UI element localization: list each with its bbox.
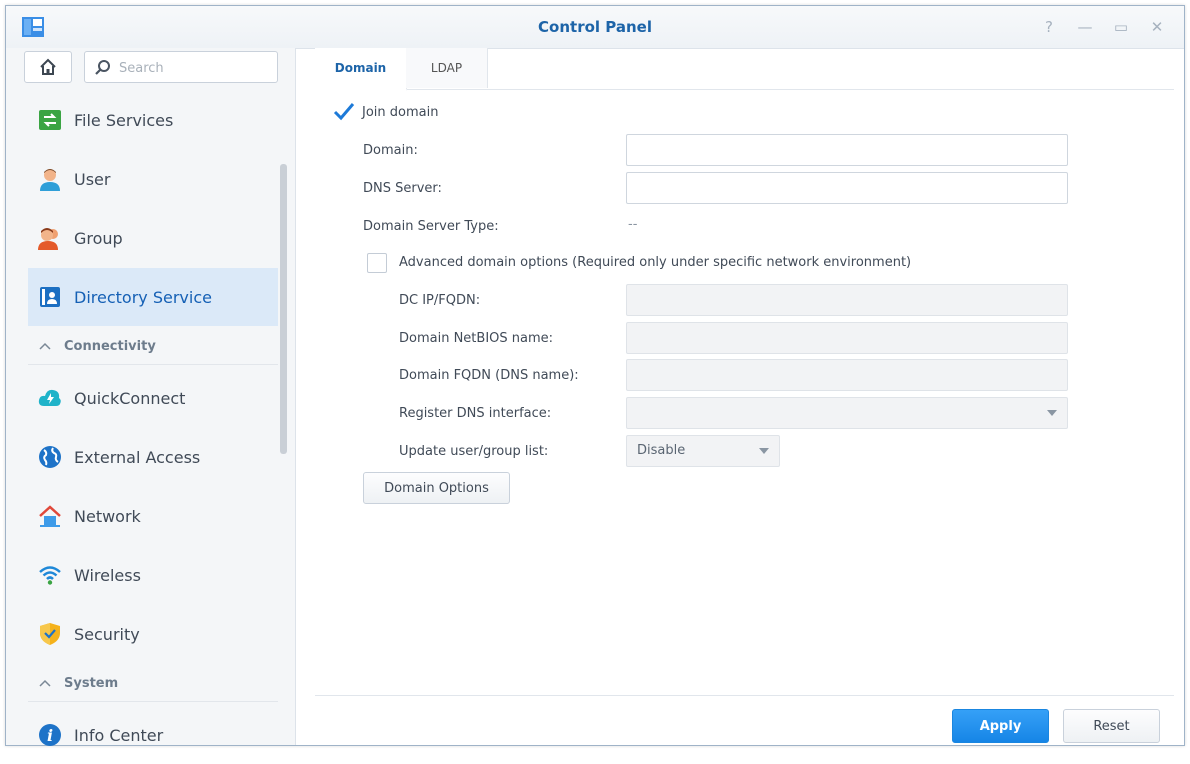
minimize-button[interactable]: — — [1072, 15, 1098, 39]
domain-label: Domain: — [363, 143, 418, 158]
advanced-domain-options-label: Advanced domain options (Required only u… — [399, 255, 912, 270]
apply-button[interactable]: Apply — [952, 709, 1049, 743]
domain-fqdn-field[interactable] — [626, 359, 1068, 391]
register-dns-interface-select[interactable] — [626, 397, 1068, 429]
close-icon: ✕ — [1150, 18, 1164, 36]
sidebar-item-network[interactable]: Network — [28, 487, 278, 545]
sidebar-item-group[interactable]: Group — [28, 209, 278, 267]
sidebar-item-label: Wireless — [74, 565, 141, 585]
directory-service-icon — [40, 287, 60, 307]
chevron-up-icon — [39, 679, 51, 687]
network-icon — [39, 505, 61, 527]
svg-text:i: i — [47, 726, 53, 745]
domain-server-type-value: -- — [628, 217, 638, 232]
window-title: Control Panel — [538, 18, 652, 36]
sidebar-item-user[interactable]: User — [28, 150, 278, 208]
sidebar-item-directory-service[interactable]: Directory Service — [28, 268, 278, 326]
dns-server-field[interactable] — [626, 172, 1068, 204]
update-user-group-list-select[interactable]: Disable — [626, 435, 780, 467]
checkmark-icon — [333, 103, 355, 121]
section-label: System — [64, 676, 119, 691]
domain-server-type-label: Domain Server Type: — [363, 219, 499, 234]
join-domain-label: Join domain — [362, 105, 439, 120]
close-button[interactable]: ✕ — [1144, 15, 1170, 39]
netbios-name-input[interactable] — [627, 323, 1067, 353]
sidebar-item-label: Info Center — [74, 725, 164, 745]
domain-fqdn-input[interactable] — [627, 360, 1067, 390]
sidebar: File Services User Group — [6, 48, 296, 746]
wireless-icon — [39, 566, 61, 585]
group-icon — [38, 228, 58, 250]
sidebar-item-label: Network — [74, 506, 141, 526]
sidebar-item-file-services[interactable]: File Services — [28, 91, 278, 149]
sidebar-item-label: External Access — [74, 447, 201, 467]
sidebar-scrollbar[interactable] — [280, 164, 287, 454]
help-button[interactable]: ? — [1036, 15, 1062, 39]
sidebar-item-label: QuickConnect — [74, 388, 186, 408]
sidebar-item-label: User — [74, 169, 111, 189]
dc-ip-fqdn-field[interactable] — [626, 284, 1068, 316]
join-domain-checkbox[interactable] — [333, 101, 355, 121]
home-icon — [40, 58, 56, 75]
domain-fqdn-label: Domain FQDN (DNS name): — [399, 368, 579, 383]
sidebar-item-label: Security — [74, 624, 140, 644]
advanced-domain-options-checkbox[interactable] — [367, 253, 387, 273]
netbios-name-field[interactable] — [626, 322, 1068, 354]
sidebar-item-label: File Services — [74, 110, 174, 130]
maximize-button[interactable]: ▭ — [1108, 15, 1134, 39]
tab-ldap[interactable]: LDAP — [406, 48, 488, 88]
search-box[interactable] — [84, 51, 278, 83]
maximize-icon: ▭ — [1113, 18, 1129, 36]
sidebar-item-wireless[interactable]: Wireless — [28, 546, 278, 604]
shield-icon — [40, 623, 60, 645]
title-bar: Control Panel ? — ▭ ✕ — [6, 6, 1184, 49]
sidebar-item-security[interactable]: Security — [28, 605, 278, 663]
domain-field[interactable] — [626, 134, 1068, 166]
sidebar-item-external-access[interactable]: External Access — [28, 428, 278, 486]
section-connectivity[interactable]: Connectivity — [28, 329, 278, 365]
sidebar-item-label: Group — [74, 228, 123, 248]
control-panel-window: Control Panel ? — ▭ ✕ Search File Servic… — [5, 5, 1185, 746]
dropdown-arrow-icon — [1047, 410, 1057, 416]
sidebar-item-info-center[interactable]: i Info Center — [28, 706, 278, 764]
external-access-icon — [39, 446, 61, 468]
main-panel: Domain LDAP Join domain Domain: DNS Serv… — [295, 48, 1184, 745]
dropdown-arrow-icon — [759, 448, 769, 454]
minimize-icon: — — [1077, 18, 1093, 36]
tab-domain[interactable]: Domain — [315, 48, 407, 91]
netbios-name-label: Domain NetBIOS name: — [399, 331, 554, 346]
update-user-group-list-value: Disable — [637, 443, 686, 458]
domain-input[interactable] — [627, 135, 1067, 165]
update-user-group-list-label: Update user/group list: — [399, 444, 549, 459]
sidebar-item-label: Directory Service — [74, 287, 212, 307]
register-dns-interface-label: Register DNS interface: — [399, 406, 552, 421]
quickconnect-icon — [38, 389, 61, 406]
footer-divider — [315, 695, 1174, 696]
dc-ip-fqdn-input[interactable] — [627, 285, 1067, 315]
domain-options-button[interactable]: Domain Options — [363, 472, 510, 504]
dc-ip-fqdn-label: DC IP/FQDN: — [399, 293, 481, 308]
help-icon: ? — [1045, 18, 1053, 36]
home-button[interactable] — [24, 51, 72, 83]
file-services-icon — [39, 110, 61, 130]
info-center-icon: i — [39, 724, 61, 746]
reset-button[interactable]: Reset — [1063, 709, 1160, 743]
tab-bar: Domain LDAP — [315, 48, 1174, 91]
dns-server-input[interactable] — [627, 173, 1067, 203]
search-input[interactable] — [117, 57, 271, 79]
search-icon — [95, 60, 110, 75]
section-system[interactable]: System — [28, 666, 278, 702]
sidebar-item-quickconnect[interactable]: QuickConnect — [28, 369, 278, 427]
user-icon — [40, 169, 60, 191]
dns-server-label: DNS Server: — [363, 181, 442, 196]
chevron-up-icon — [39, 342, 51, 350]
section-label: Connectivity — [64, 339, 156, 354]
